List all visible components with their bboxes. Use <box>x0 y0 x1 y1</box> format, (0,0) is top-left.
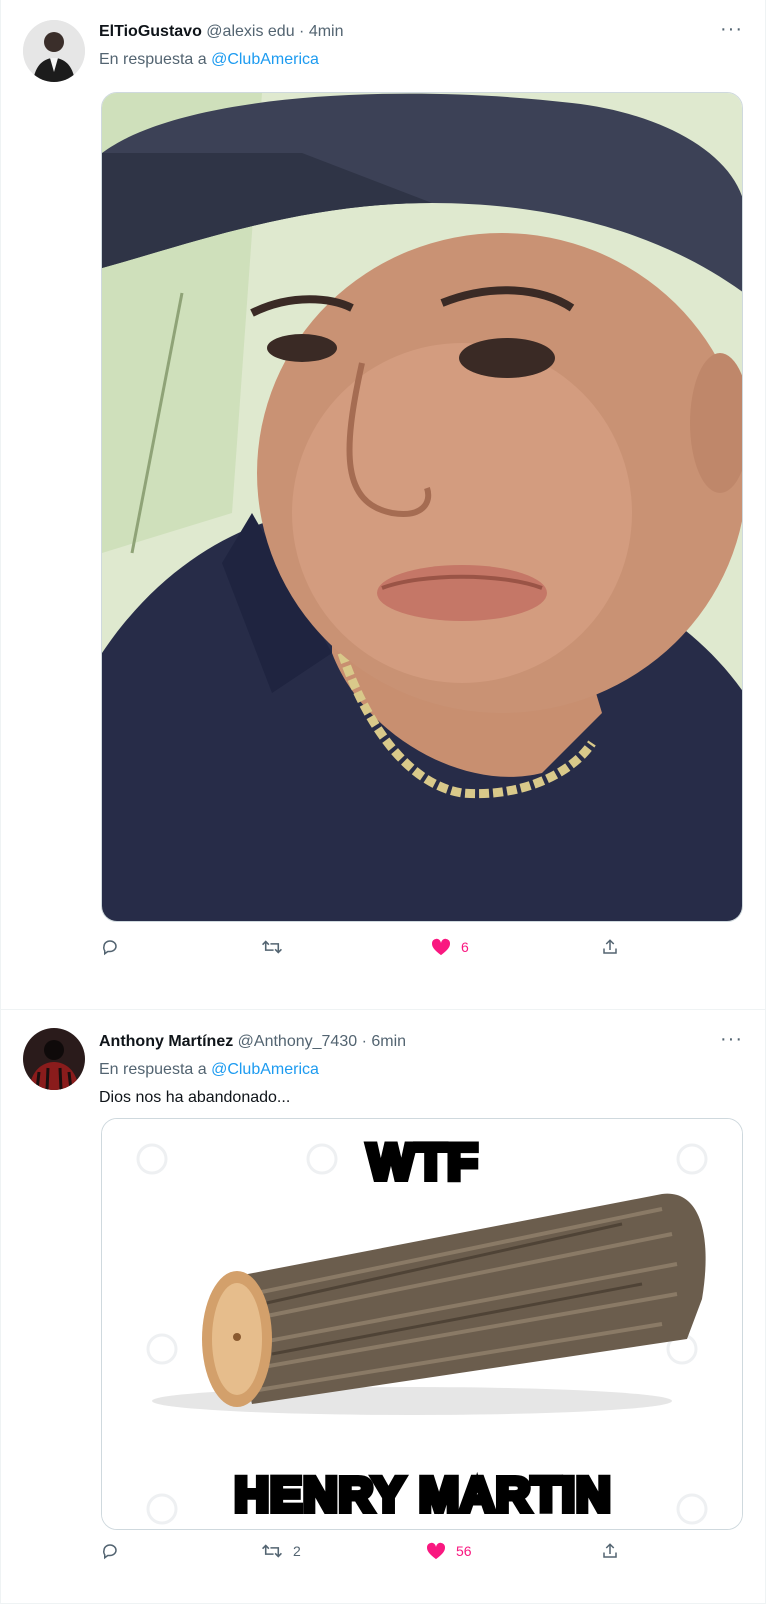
like-count: 6 <box>461 939 469 955</box>
like-count: 56 <box>456 1543 472 1559</box>
reply-button[interactable] <box>101 938 129 956</box>
reply-prefix: En respuesta a <box>99 51 207 68</box>
share-icon <box>603 1543 617 1558</box>
like-button[interactable]: 6 <box>431 938 469 956</box>
retweet-icon <box>262 940 282 954</box>
display-name[interactable]: Anthony Martínez <box>99 1033 233 1050</box>
handle[interactable]: @alexis edu <box>206 23 294 40</box>
heart-icon <box>426 1542 446 1560</box>
retweet-icon <box>262 1544 282 1558</box>
tweet[interactable]: ElTioGustavo @alexis edu · 4min ··· En r… <box>0 0 766 1010</box>
photo-selfie <box>102 93 742 921</box>
display-name[interactable]: ElTioGustavo <box>99 23 202 40</box>
more-icon[interactable]: ··· <box>720 1028 743 1051</box>
reply-icon <box>103 1544 117 1560</box>
tweet-actions: 6 <box>101 938 701 966</box>
meme-image: WTF HENRY MARTIN <box>102 1119 742 1529</box>
more-icon[interactable]: ··· <box>720 18 743 41</box>
tweet-text: Dios nos ha abandonado... <box>99 1089 291 1106</box>
reply-button[interactable] <box>101 1542 129 1560</box>
reply-mention-link[interactable]: @ClubAmerica <box>211 51 319 68</box>
retweet-button[interactable] <box>261 938 293 956</box>
like-button[interactable]: 56 <box>426 1542 472 1560</box>
reply-context: En respuesta a @ClubAmerica <box>99 50 319 70</box>
reply-icon <box>103 940 117 956</box>
avatar[interactable] <box>23 20 85 82</box>
handle[interactable]: @Anthony_7430 <box>238 1033 357 1050</box>
tweet-photo[interactable]: WTF HENRY MARTIN <box>101 1118 743 1530</box>
retweet-button[interactable]: 2 <box>261 1542 301 1560</box>
avatar[interactable] <box>23 1028 85 1090</box>
meme-bottom-text: HENRY MARTIN <box>234 1469 611 1522</box>
share-button[interactable] <box>601 1542 619 1560</box>
share-button[interactable] <box>601 938 619 956</box>
heart-icon <box>431 938 451 956</box>
reply-prefix: En respuesta a <box>99 1061 207 1078</box>
timestamp[interactable]: · 6min <box>362 1033 406 1050</box>
tweet-photo[interactable] <box>101 92 743 922</box>
share-icon <box>603 939 617 954</box>
tweet-header: ElTioGustavo @alexis edu · 4min <box>99 22 344 42</box>
tweet-header: Anthony Martínez @Anthony_7430 · 6min <box>99 1032 406 1052</box>
reply-context: En respuesta a @ClubAmerica <box>99 1060 319 1080</box>
retweet-count: 2 <box>293 1543 301 1559</box>
timestamp[interactable]: · 4min <box>299 23 343 40</box>
meme-top-text: WTF <box>367 1134 478 1190</box>
tweet[interactable]: Anthony Martínez @Anthony_7430 · 6min ··… <box>0 1010 766 1604</box>
tweet-actions: 2 56 <box>101 1542 701 1570</box>
reply-mention-link[interactable]: @ClubAmerica <box>211 1061 319 1078</box>
